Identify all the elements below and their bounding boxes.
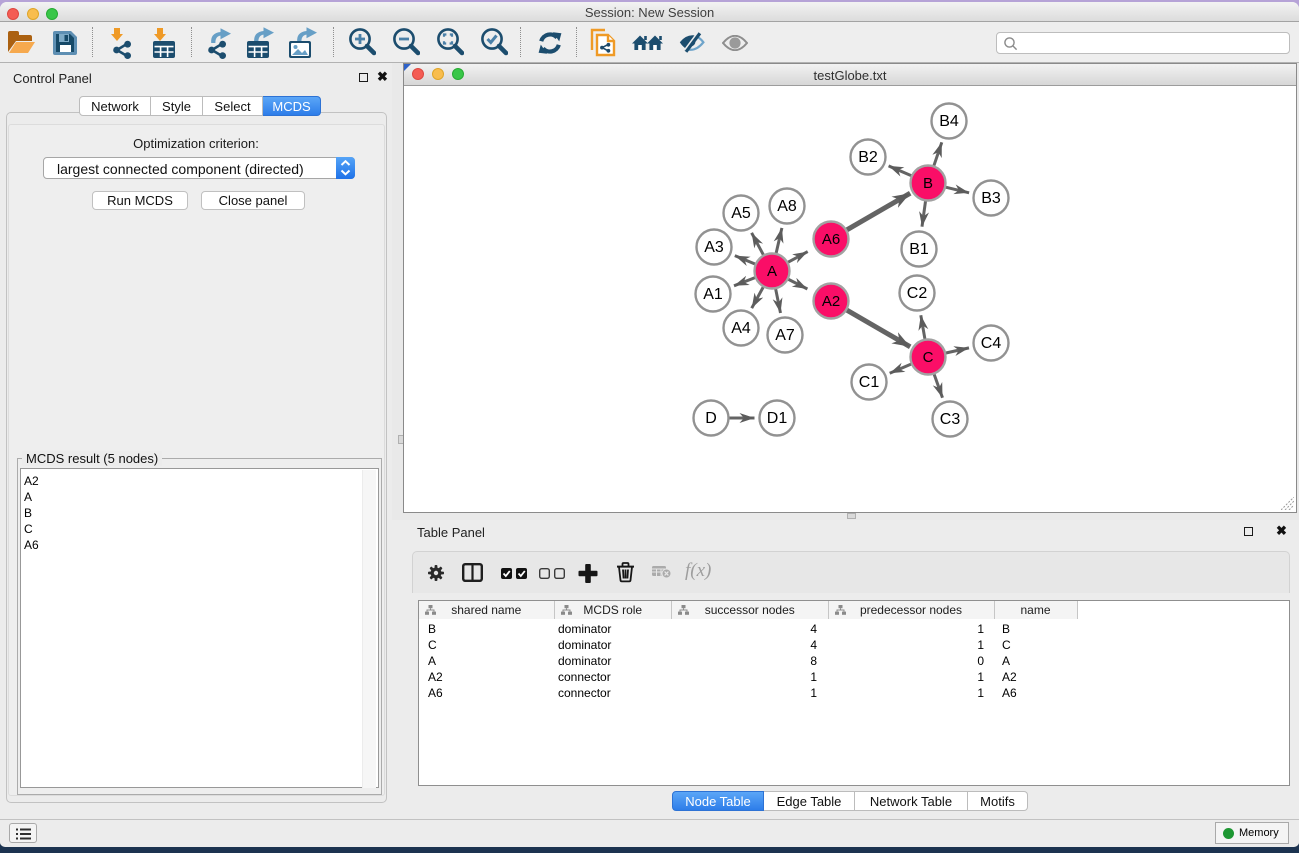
svg-text:A2: A2 (822, 293, 840, 310)
svg-text:A3: A3 (704, 239, 724, 256)
svg-text:C1: C1 (859, 374, 880, 391)
svg-text:B: B (923, 175, 933, 192)
svg-text:A6: A6 (822, 231, 840, 248)
svg-text:A4: A4 (731, 320, 751, 337)
svg-text:B4: B4 (939, 113, 959, 130)
svg-text:A: A (767, 263, 777, 280)
svg-text:A8: A8 (777, 198, 797, 215)
svg-text:A5: A5 (731, 205, 751, 222)
svg-text:C: C (923, 349, 934, 366)
svg-text:D1: D1 (767, 410, 788, 427)
svg-text:B2: B2 (858, 149, 878, 166)
svg-text:A1: A1 (703, 286, 723, 303)
svg-text:C2: C2 (907, 285, 928, 302)
svg-text:B1: B1 (909, 241, 929, 258)
svg-text:B3: B3 (981, 190, 1001, 207)
svg-text:C4: C4 (981, 335, 1002, 352)
svg-text:A7: A7 (775, 327, 795, 344)
svg-text:C3: C3 (940, 411, 961, 428)
svg-text:D: D (705, 410, 717, 427)
